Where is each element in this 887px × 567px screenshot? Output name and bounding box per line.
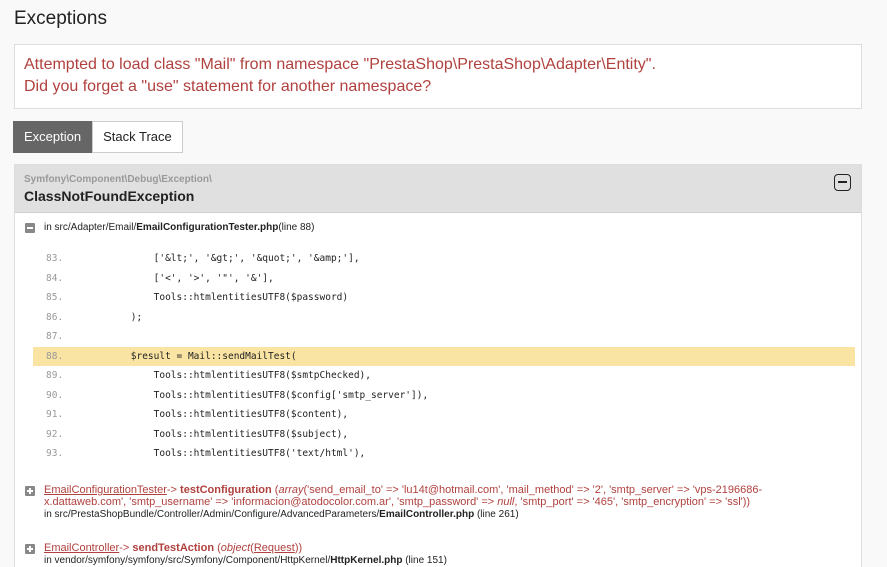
frame-args: (array('send_email_to' => 'lu14t@hotmail…: [274, 484, 763, 496]
frame-location-prefix: in vendor/symfony/symfony/src/Symfony/Co…: [44, 555, 331, 566]
frame-function: testConfiguration: [180, 484, 272, 496]
expand-icon[interactable]: [25, 486, 35, 496]
code-line: 89. Tools::htmlentitiesUTF8($smtpChecked…: [33, 366, 855, 386]
line-code: Tools::htmlentitiesUTF8($config['smtp_se…: [85, 389, 429, 401]
line-number: 87.: [46, 331, 64, 342]
code-line: 90. Tools::htmlentitiesUTF8($config['smt…: [33, 386, 855, 406]
frame-arrow: ->: [119, 542, 130, 554]
exception-class: ClassNotFoundException: [24, 188, 195, 204]
tab-exception[interactable]: Exception: [13, 121, 93, 153]
code-line: 86. );: [33, 308, 855, 328]
frame-location: in src/PrestaShopBundle/Controller/Admin…: [25, 509, 762, 520]
frame-arrow: ->: [166, 484, 177, 496]
location-suffix: (line 88): [278, 222, 315, 233]
line-number: 84.: [46, 272, 64, 284]
exception-message-line-2: Did you forget a "use" statement for ano…: [24, 78, 432, 95]
code-line: 83. ['&lt;', '&gt;', '&quot;', '&amp;'],: [33, 249, 855, 269]
tab-bar: Exception Stack Trace: [13, 121, 183, 153]
location-prefix: in src/Adapter/Email/: [44, 222, 137, 233]
line-number: 85.: [46, 292, 64, 303]
exception-location: in src/Adapter/Email/EmailConfigurationT…: [25, 222, 314, 233]
code-line: 87.: [33, 327, 855, 347]
line-number: 86.: [46, 311, 64, 323]
line-code: );: [85, 311, 143, 323]
frame-location-file: HttpKernel.php: [330, 555, 403, 566]
frame-location-file: EmailController.php: [379, 509, 475, 520]
frame-args-continued: x.dattaweb.com', 'smtp_username' => 'inf…: [44, 496, 751, 508]
exception-message: Attempted to load class "Mail" from name…: [14, 44, 862, 109]
frame-location: in vendor/symfony/symfony/src/Symfony/Co…: [25, 555, 447, 566]
frame-args: (object(Request)): [217, 542, 303, 554]
frame-class[interactable]: EmailConfigurationTester: [44, 484, 167, 496]
exception-namespace: Symfony\Component\Debug\Exception\: [24, 174, 212, 185]
trace-frame-2: EmailController -> sendTestAction (object…: [25, 542, 447, 566]
tab-stack-trace[interactable]: Stack Trace: [92, 121, 183, 153]
code-line: 91. Tools::htmlentitiesUTF8($content),: [33, 405, 855, 425]
line-number: 91.: [46, 409, 64, 420]
line-code: Tools::htmlentitiesUTF8($password): [85, 292, 349, 303]
line-number: 88.: [46, 350, 64, 362]
code-line: 85. Tools::htmlentitiesUTF8($password): [33, 288, 855, 308]
line-code: Tools::htmlentitiesUTF8('text/html'),: [85, 448, 366, 459]
frame-function: sendTestAction: [132, 542, 215, 554]
code-line: 93. Tools::htmlentitiesUTF8('text/html')…: [33, 444, 855, 464]
line-code: ['<', '>', '"', '&'],: [85, 272, 274, 284]
code-excerpt: 83. ['&lt;', '&gt;', '&quot;', '&amp;'],…: [33, 249, 855, 464]
line-code: ['&lt;', '&gt;', '&quot;', '&amp;'],: [85, 253, 360, 264]
expand-icon[interactable]: [25, 544, 35, 554]
collapse-icon[interactable]: [25, 222, 35, 233]
line-number: 89.: [46, 370, 64, 381]
line-code: Tools::htmlentitiesUTF8($content),: [85, 409, 349, 420]
line-number: 92.: [46, 428, 64, 440]
frame-location-suffix: (line 261): [474, 509, 519, 520]
line-number: 90.: [46, 389, 64, 401]
minus-square-icon[interactable]: [834, 174, 851, 191]
frame-location-prefix: in src/PrestaShopBundle/Controller/Admin…: [44, 509, 380, 520]
exception-message-line-1: Attempted to load class "Mail" from name…: [24, 56, 656, 73]
line-number: 93.: [46, 448, 64, 459]
frame-location-suffix: (line 151): [402, 555, 447, 566]
trace-frame-1: EmailConfigurationTester -> testConfigura…: [25, 484, 762, 520]
location-file: EmailConfigurationTester.php: [136, 222, 279, 233]
line-number: 83.: [46, 253, 64, 264]
trace-panel: Symfony\Component\Debug\Exception\ Class…: [14, 164, 862, 567]
frame-class[interactable]: EmailController: [44, 542, 119, 554]
line-code: $result = Mail::sendMailTest(: [85, 350, 297, 362]
trace-header[interactable]: Symfony\Component\Debug\Exception\ Class…: [15, 165, 861, 213]
code-line-highlighted: 88. $result = Mail::sendMailTest(: [33, 346, 855, 366]
line-code: Tools::htmlentitiesUTF8($subject),: [85, 428, 349, 440]
line-code: Tools::htmlentitiesUTF8($smtpChecked),: [85, 370, 371, 381]
page-title: Exceptions: [14, 8, 107, 29]
code-line: 92. Tools::htmlentitiesUTF8($subject),: [33, 425, 855, 445]
code-line: 84. ['<', '>', '"', '&'],: [33, 269, 855, 289]
